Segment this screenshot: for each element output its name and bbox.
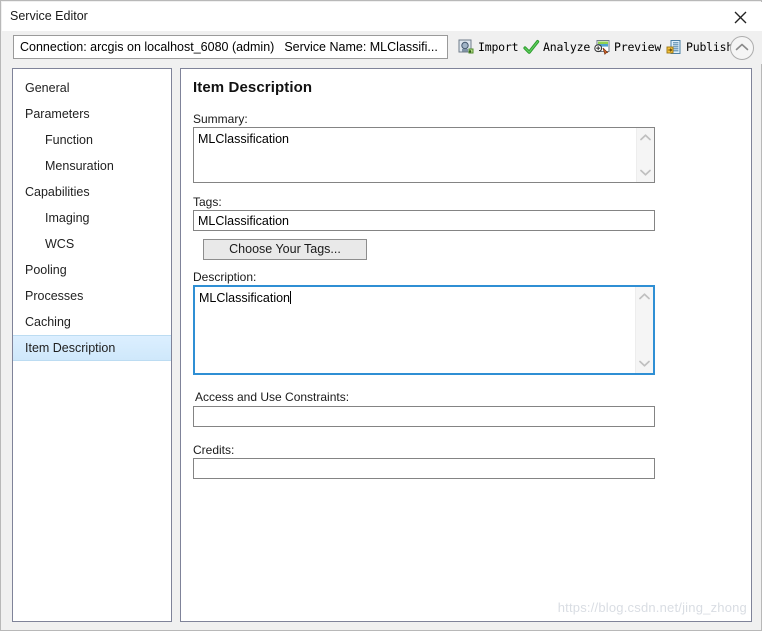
- publish-button[interactable]: Publish: [666, 35, 733, 59]
- sidebar-item-label: Mensuration: [45, 159, 114, 173]
- analyze-button[interactable]: Analyze: [523, 35, 590, 59]
- tags-value: MLClassification: [198, 214, 290, 228]
- service-editor-window: Service Editor Connection: arcgis on loc…: [0, 0, 762, 631]
- sidebar-item-label: Pooling: [25, 263, 67, 277]
- sidebar-item-general[interactable]: General: [13, 75, 171, 101]
- main-panel: Item Description Summary: MLClassificati…: [180, 68, 752, 622]
- text-caret: [290, 291, 292, 304]
- connection-info-box[interactable]: Connection: arcgis on localhost_6080 (ad…: [13, 35, 448, 59]
- chevron-down-icon: [639, 360, 650, 367]
- preview-button-label: Preview: [614, 40, 662, 54]
- sidebar-item-label: Caching: [25, 315, 71, 329]
- connection-text-wrap: Connection: arcgis on localhost_6080 (ad…: [20, 40, 438, 54]
- sidebar-item-capabilities[interactable]: Capabilities: [13, 179, 171, 205]
- credits-input[interactable]: [193, 458, 655, 479]
- sidebar-item-label: Parameters: [25, 107, 90, 121]
- sidebar-item-imaging[interactable]: Imaging: [13, 205, 171, 231]
- window-title: Service Editor: [10, 9, 88, 23]
- sidebar-item-parameters[interactable]: Parameters: [13, 101, 171, 127]
- sidebar-item-label: WCS: [45, 237, 75, 251]
- description-value-wrap: MLClassification: [199, 291, 292, 305]
- tags-label: Tags:: [193, 195, 222, 209]
- import-icon: [458, 39, 475, 56]
- sidebar-item-label: Imaging: [45, 211, 90, 225]
- sidebar-item-label: General: [25, 81, 70, 95]
- chevron-down-icon: [640, 169, 651, 176]
- connection-label: Connection: arcgis on localhost_6080 (ad…: [20, 40, 275, 54]
- service-name-label: Service Name: MLClassifi...: [284, 40, 438, 54]
- title-bar: Service Editor: [2, 2, 762, 31]
- close-icon: [734, 11, 747, 24]
- publish-icon: [666, 39, 683, 56]
- sidebar-item-item-description[interactable]: Item Description: [13, 335, 171, 361]
- chevron-up-icon: [640, 134, 651, 141]
- sidebar-nav: General Parameters Function Mensuration …: [12, 68, 172, 622]
- sidebar-item-label: Processes: [25, 289, 84, 303]
- sidebar-item-label: Capabilities: [25, 185, 90, 199]
- description-input[interactable]: MLClassification: [193, 285, 655, 375]
- collapse-toolbar-button[interactable]: [730, 36, 754, 60]
- connection-toolbar-strip: Connection: arcgis on localhost_6080 (ad…: [2, 31, 762, 64]
- access-constraints-label: Access and Use Constraints:: [195, 390, 350, 404]
- close-button[interactable]: [718, 2, 762, 31]
- checkmark-icon: [523, 39, 540, 56]
- access-constraints-input[interactable]: [193, 406, 655, 427]
- summary-value: MLClassification: [198, 132, 290, 146]
- summary-input[interactable]: MLClassification: [193, 127, 655, 183]
- preview-icon: [594, 39, 611, 56]
- sidebar-item-mensuration[interactable]: Mensuration: [13, 153, 171, 179]
- preview-button[interactable]: Preview: [594, 35, 661, 59]
- analyze-button-label: Analyze: [543, 40, 591, 54]
- credits-label: Credits:: [193, 443, 235, 457]
- choose-your-tags-button[interactable]: Choose Your Tags...: [203, 239, 367, 260]
- sidebar-item-label: Item Description: [25, 341, 116, 355]
- description-value: MLClassification: [199, 291, 291, 305]
- description-label: Description:: [193, 270, 257, 284]
- sidebar-item-function[interactable]: Function: [13, 127, 171, 153]
- summary-scrollbar[interactable]: [636, 128, 654, 182]
- chevron-up-icon: [735, 43, 749, 51]
- import-button-label: Import: [478, 40, 519, 54]
- sidebar-item-caching[interactable]: Caching: [13, 309, 171, 335]
- chevron-up-icon: [639, 293, 650, 300]
- watermark-text: https://blog.csdn.net/jing_zhong: [557, 600, 747, 615]
- page-title: Item Description: [193, 79, 313, 96]
- sidebar-item-wcs[interactable]: WCS: [13, 231, 171, 257]
- publish-button-label: Publish: [686, 40, 734, 54]
- tags-input[interactable]: MLClassification: [193, 210, 655, 231]
- sidebar-item-pooling[interactable]: Pooling: [13, 257, 171, 283]
- sidebar-item-label: Function: [45, 133, 93, 147]
- sidebar-item-processes[interactable]: Processes: [13, 283, 171, 309]
- import-button[interactable]: Import: [458, 35, 519, 59]
- summary-label: Summary:: [193, 112, 248, 126]
- description-scrollbar[interactable]: [635, 287, 653, 373]
